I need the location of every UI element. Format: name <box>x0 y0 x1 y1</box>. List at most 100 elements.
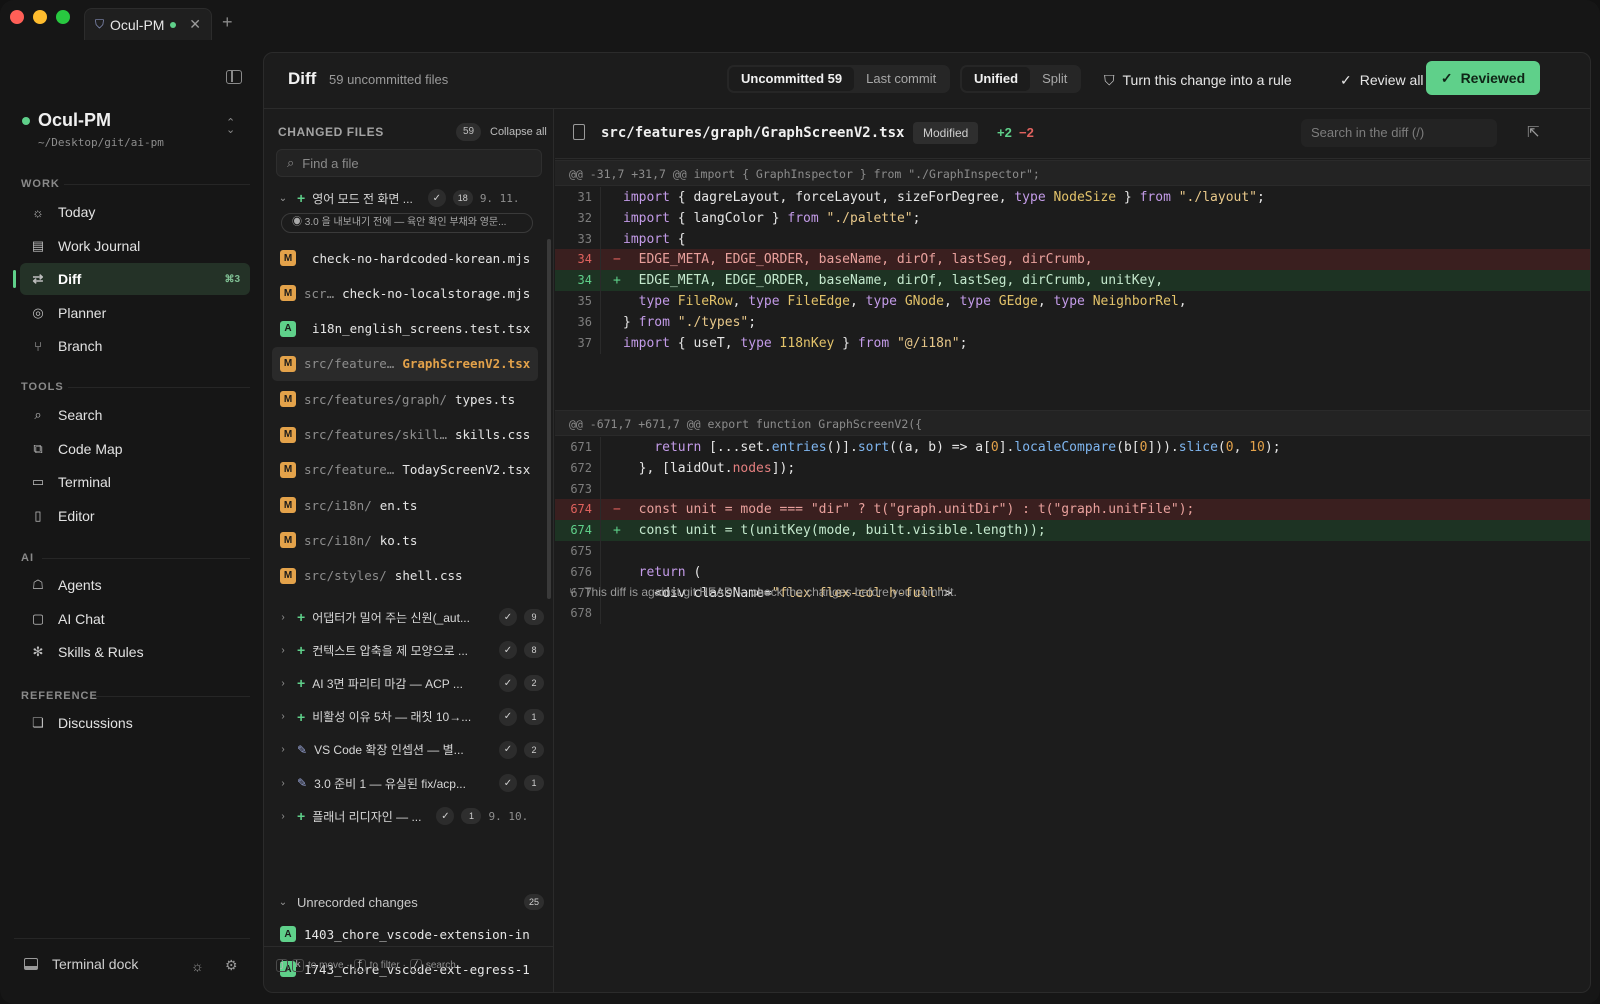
diff-search-input[interactable]: Search in the diff (/) <box>1301 119 1497 147</box>
open-external-icon[interactable]: ⇱ <box>1527 123 1540 141</box>
hunk-header: @@ -671,7 +671,7 @@ export function Grap… <box>555 410 1590 436</box>
file-row[interactable]: Msrc/feature… GraphScreenV2.tsx <box>272 346 538 381</box>
title-bar: ⛉ Ocul-PM ✕ + <box>0 0 1600 48</box>
file-row[interactable]: Mcheck-no-hardcoded-korean.mjs <box>272 241 538 275</box>
commit-note-text: 3.0 을 내보내기 전에 — 육안 확인 부채와 영문... <box>304 217 507 228</box>
journal-icon: ▤ <box>31 237 45 253</box>
tab-ocul-pm[interactable]: ⛉ Ocul-PM ✕ <box>84 8 212 40</box>
close-tab-icon[interactable]: ✕ <box>189 16 201 33</box>
file-row[interactable]: Msrc/feature… TodayScreenV2.tsx <box>272 453 538 487</box>
chat-icon: ▢ <box>31 610 45 626</box>
status-badge: M <box>280 461 296 478</box>
new-tab-button[interactable]: + <box>222 12 233 33</box>
chevron-right-icon: › <box>281 744 285 756</box>
reviewed-button[interactable]: ✓ Reviewed <box>1426 61 1540 95</box>
plus-icon: + <box>297 609 306 625</box>
commit-group-count: 2 <box>524 675 544 692</box>
chevron-right-icon: › <box>281 677 285 689</box>
file-dir: src/feature… <box>304 356 395 372</box>
file-search-input[interactable]: ⌕ Find a file <box>276 149 542 177</box>
review-all-button[interactable]: ✓ Review all <box>1340 65 1424 95</box>
sidebar-item-label: Skills & Rules <box>58 644 144 661</box>
discussions-icon: ❏ <box>32 715 44 730</box>
section-reference: REFERENCE <box>21 690 98 702</box>
sidebar-item-work-journal[interactable]: ▤ Work Journal <box>20 230 250 262</box>
commit-group-title: 비활성 이유 5차 — 래칫 10→... <box>312 710 472 725</box>
file-row[interactable]: Msrc/i18n/en.ts <box>272 488 538 522</box>
collapse-all-button[interactable]: Collapse all <box>490 126 547 138</box>
sidebar-item-search[interactable]: ⌕ Search <box>20 399 250 431</box>
sidebar-item-label: Search <box>58 407 103 423</box>
sidebar-item-skills-rules[interactable]: ✻ Skills & Rules <box>20 636 250 668</box>
file-row[interactable]: Mscr… check-no-localstorage.mjs <box>272 276 538 310</box>
line-number: 35 <box>555 291 601 312</box>
sidebar-item-diff[interactable]: ⇄ Diff ⌘3 <box>13 263 250 296</box>
reviewed-label: Reviewed <box>1460 70 1526 86</box>
check-circle-icon[interactable]: ✓ <box>427 189 446 207</box>
commit-group[interactable]: › + 컨텍스트 압축을 제 모양으로 ... ✓ 8 <box>276 637 544 663</box>
settings-gear-icon[interactable]: ⚙ <box>225 957 238 974</box>
commit-group[interactable]: › + 어댑터가 밀어 주는 신원(_aut... ✓ 9 <box>276 604 544 630</box>
check-circle-icon[interactable]: ✓ <box>499 774 517 792</box>
minimize-window-button[interactable] <box>33 10 47 24</box>
commit-group-count: 1 <box>524 708 544 725</box>
sidebar-item-ai-chat[interactable]: ▢ AI Chat <box>20 603 250 635</box>
commit-group[interactable]: › ✎ VS Code 확장 인셉션 — 별... ✓ 2 <box>276 737 544 763</box>
commit-group[interactable]: › + 플래너 리디자인 — ... ✓ 1 9. 10. <box>276 803 544 829</box>
sidebar-item-agents[interactable]: ☖ Agents <box>20 569 250 601</box>
zoom-window-button[interactable] <box>56 10 70 24</box>
sidebar-item-code-map[interactable]: ⧉ Code Map <box>20 433 250 465</box>
divider <box>14 938 250 939</box>
diff-marker: + <box>613 273 621 289</box>
unrecorded-count: 25 <box>524 894 544 910</box>
close-window-button[interactable] <box>10 10 24 24</box>
tab-last-commit[interactable]: Last commit <box>854 67 948 91</box>
page-title: Diff <box>288 69 317 88</box>
file-row[interactable]: Msrc/features/skill… skills.css <box>272 418 538 452</box>
sidebar-item-today[interactable]: ☼ Today <box>20 196 250 228</box>
sidebar-item-terminal[interactable]: ▭ Terminal <box>20 466 250 498</box>
commit-group-count: 2 <box>524 741 544 758</box>
check-circle-icon[interactable]: ✓ <box>499 641 517 660</box>
sidebar-toggle-icon[interactable] <box>226 70 242 84</box>
check-circle-icon[interactable]: ✓ <box>499 740 517 759</box>
line-code: import { dagreLayout, forceLayout, sizeF… <box>623 190 1265 205</box>
divider <box>64 184 250 185</box>
turn-into-rule-button[interactable]: ⛉ Turn this change into a rule <box>1104 65 1292 95</box>
check-circle-icon[interactable]: ✓ <box>436 807 455 826</box>
tab-split[interactable]: Split <box>1030 67 1079 91</box>
tab-unified[interactable]: Unified <box>962 67 1031 91</box>
line-number: 676 <box>555 561 601 583</box>
check-circle-icon[interactable]: ✓ <box>499 674 517 693</box>
commit-group[interactable]: › + AI 3면 파리티 마감 — ACP ... ✓ 2 <box>276 670 544 696</box>
file-row[interactable]: Msrc/i18n/ko.ts <box>272 523 538 557</box>
sidebar-item-label: Planner <box>58 304 107 321</box>
unrecorded-group[interactable]: ⌄ Unrecorded changes 25 <box>276 889 544 915</box>
commit-group-open[interactable]: ⌄ + 영어 모드 전 화면 ... ✓ 18 9. 11. <box>276 185 544 211</box>
line-code: import { langColor } from "./palette"; <box>623 210 921 226</box>
tab-uncommitted[interactable]: Uncommitted 59 <box>729 67 855 91</box>
sidebar-item-planner[interactable]: ◎ Planner <box>20 297 250 329</box>
commit-group[interactable]: › ✎ 3.0 준비 1 — 유실된 fix/acp... ✓ 1 <box>276 770 544 796</box>
check-icon: ✓ <box>1340 71 1352 88</box>
file-row[interactable]: Msrc/styles/shell.css <box>272 559 538 593</box>
commit-group-title: 3.0 준비 1 — 유실된 fix/acp... <box>314 776 466 791</box>
chevron-up-down-icon[interactable]: ⌃ ⌄ <box>226 118 235 136</box>
terminal-dock-button[interactable]: Terminal dock <box>24 956 138 972</box>
file-row[interactable]: Ai18n_english_screens.test.tsx <box>272 312 538 346</box>
check-circle-icon[interactable]: ✓ <box>499 608 517 626</box>
file-name: check-no-hardcoded-korean.mjs <box>312 250 531 266</box>
project-status-dot <box>22 117 30 125</box>
check-circle-icon[interactable]: ✓ <box>499 707 517 726</box>
file-name: i18n_english_screens.test.tsx <box>312 321 531 337</box>
chevron-right-icon: › <box>281 777 285 789</box>
sidebar-item-discussions[interactable]: ❏ Discussions <box>20 707 250 739</box>
sidebar-item-branch[interactable]: ⑂ Branch <box>20 330 250 362</box>
commit-group[interactable]: › + 비활성 이유 5차 — 래칫 10→... ✓ 1 <box>276 704 544 730</box>
theme-sun-icon[interactable]: ☼ <box>191 958 204 974</box>
commit-group-count: 1 <box>461 808 482 825</box>
file-row[interactable]: Msrc/features/graph/types.ts <box>272 382 538 416</box>
sidebar-item-editor[interactable]: ▯ Editor <box>20 500 250 532</box>
diff-footer-note: ⑂ This diff is against git HEAD — check … <box>569 585 957 599</box>
file-list-scrollbar[interactable] <box>547 239 551 599</box>
